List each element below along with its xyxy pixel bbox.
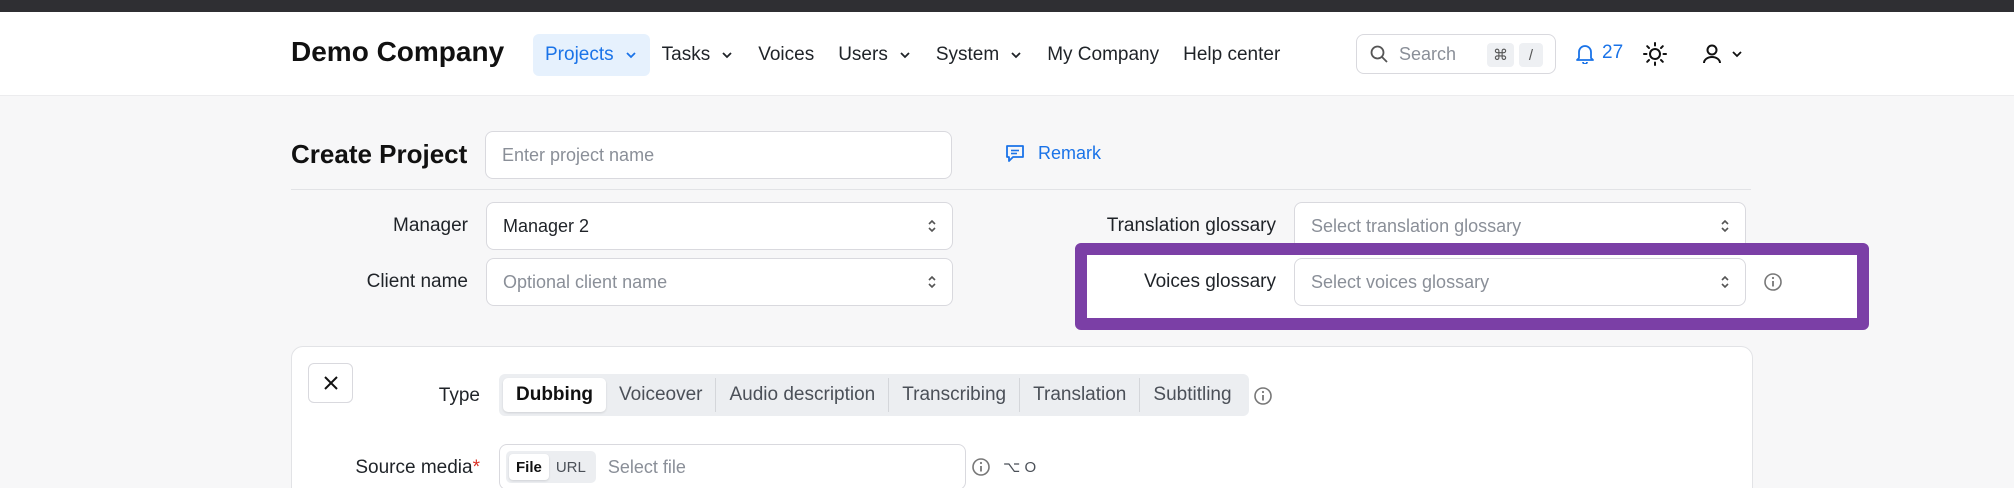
main-nav: Projects Tasks Voices Users System My Co… bbox=[533, 34, 1292, 76]
nav-item-users[interactable]: Users bbox=[826, 34, 924, 76]
updown-icon bbox=[928, 275, 936, 289]
info-icon[interactable] bbox=[1253, 386, 1273, 406]
source-media-label: Source media* bbox=[355, 457, 480, 479]
nav-label: Projects bbox=[545, 44, 614, 65]
kbd-slash: / bbox=[1519, 43, 1543, 67]
nav-label: Voices bbox=[758, 44, 815, 65]
type-option-dubbing[interactable]: Dubbing bbox=[503, 378, 607, 412]
user-menu-button[interactable] bbox=[1700, 42, 1746, 66]
nav-item-voices[interactable]: Voices bbox=[746, 34, 826, 76]
type-segmented-control: Dubbing Voiceover Audio description Tran… bbox=[499, 374, 1249, 416]
manager-select[interactable]: Manager 2 bbox=[486, 202, 953, 250]
updown-icon bbox=[1721, 219, 1729, 233]
source-media-label-text: Source media bbox=[355, 457, 473, 478]
source-media-input[interactable]: File URL Select file bbox=[499, 444, 966, 488]
source-mode-url[interactable]: URL bbox=[549, 454, 593, 480]
nav-item-tasks[interactable]: Tasks bbox=[650, 34, 747, 76]
info-icon[interactable] bbox=[1763, 272, 1783, 292]
nav-item-my-company[interactable]: My Company bbox=[1035, 34, 1171, 76]
voices-glossary-placeholder: Select voices glossary bbox=[1311, 271, 1490, 292]
close-icon bbox=[323, 376, 338, 390]
project-name-placeholder: Enter project name bbox=[502, 144, 655, 165]
nav-item-system[interactable]: System bbox=[924, 34, 1035, 76]
chevron-down-icon bbox=[722, 52, 732, 59]
user-icon bbox=[1703, 44, 1721, 64]
remove-task-button[interactable] bbox=[308, 363, 353, 403]
remark-button[interactable]: Remark bbox=[1004, 142, 1101, 164]
type-option-audio-description[interactable]: Audio description bbox=[716, 378, 890, 412]
chevron-down-icon bbox=[626, 52, 636, 59]
nav-item-help-center[interactable]: Help center bbox=[1171, 34, 1292, 76]
source-mode-file[interactable]: File bbox=[509, 454, 549, 480]
notification-count: 27 bbox=[1602, 42, 1624, 63]
page-title: Create Project bbox=[291, 139, 468, 169]
bell-icon bbox=[1576, 45, 1594, 64]
brand-name[interactable]: Demo Company bbox=[291, 36, 504, 68]
type-option-voiceover[interactable]: Voiceover bbox=[606, 378, 717, 412]
nav-label: System bbox=[935, 44, 1000, 65]
chevron-down-icon bbox=[900, 52, 910, 59]
source-mode-toggle: File URL bbox=[506, 451, 596, 483]
chevron-down-icon bbox=[1732, 51, 1742, 58]
voices-glossary-label: Voices glossary bbox=[1143, 271, 1276, 292]
notifications-button[interactable]: 27 bbox=[1574, 42, 1623, 64]
select-file-placeholder: Select file bbox=[607, 456, 686, 477]
client-name-label: Client name bbox=[366, 271, 468, 292]
kbd-cmd: ⌘ bbox=[1487, 43, 1514, 67]
window-top-strip bbox=[0, 0, 2014, 12]
type-option-translation[interactable]: Translation bbox=[1020, 378, 1141, 412]
remark-label: Remark bbox=[1038, 142, 1102, 163]
type-option-transcribing[interactable]: Transcribing bbox=[889, 378, 1021, 412]
top-header: Demo Company Projects Tasks Voices Users… bbox=[0, 12, 2014, 96]
client-name-placeholder: Optional client name bbox=[503, 271, 668, 292]
updown-icon bbox=[928, 219, 936, 233]
sun-icon[interactable] bbox=[1642, 41, 1668, 67]
project-name-input[interactable]: Enter project name bbox=[485, 131, 952, 179]
info-icon[interactable] bbox=[971, 457, 991, 477]
type-option-subtitling[interactable]: Subtitling bbox=[1140, 378, 1244, 412]
client-name-select[interactable]: Optional client name bbox=[486, 258, 953, 306]
nav-label: My Company bbox=[1047, 44, 1160, 65]
manager-label: Manager bbox=[393, 215, 468, 236]
search-icon bbox=[1370, 45, 1388, 63]
translation-glossary-label: Translation glossary bbox=[1106, 215, 1276, 236]
chevron-down-icon bbox=[1011, 52, 1021, 59]
search-placeholder: Search bbox=[1399, 43, 1457, 64]
nav-item-projects[interactable]: Projects bbox=[533, 34, 650, 76]
divider bbox=[291, 189, 1751, 190]
nav-label: Help center bbox=[1183, 44, 1281, 65]
translation-glossary-placeholder: Select translation glossary bbox=[1311, 215, 1522, 236]
manager-value: Manager 2 bbox=[503, 215, 590, 236]
required-mark: * bbox=[472, 457, 480, 478]
keyboard-shortcut-hint: ⌥ O bbox=[1003, 459, 1037, 476]
comment-icon bbox=[1006, 145, 1024, 162]
nav-label: Users bbox=[838, 44, 888, 65]
nav-label: Tasks bbox=[661, 44, 711, 65]
updown-icon bbox=[1721, 275, 1729, 289]
search-input[interactable]: Search ⌘ / bbox=[1356, 34, 1556, 74]
voices-glossary-select[interactable]: Select voices glossary bbox=[1294, 258, 1746, 306]
type-label: Type bbox=[438, 385, 480, 406]
